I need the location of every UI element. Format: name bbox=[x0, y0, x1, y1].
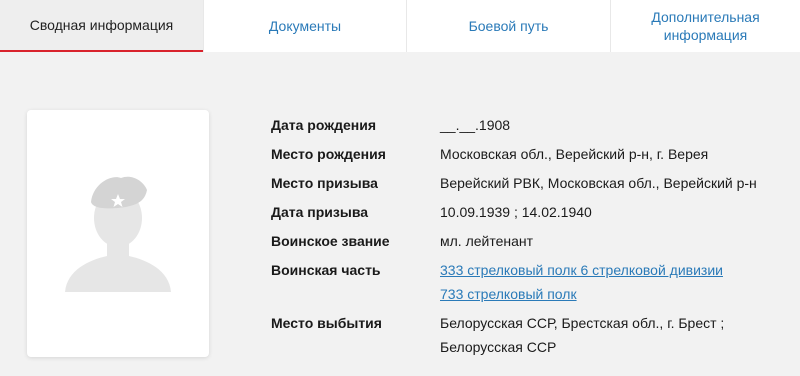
unit-link-733[interactable]: 733 стрелковый полк bbox=[440, 282, 723, 306]
departure-place-line2: Белорусская ССР bbox=[440, 339, 557, 355]
birth-place-value: Московская обл., Верейский р-н, г. Верея bbox=[440, 146, 709, 162]
soldier-silhouette-icon bbox=[65, 176, 171, 292]
tab-summary-label: Сводная информация bbox=[29, 17, 174, 33]
departure-place-label: Место выбытия bbox=[271, 315, 382, 331]
info-table: Дата рождения __.__.1908 Место рождения … bbox=[271, 113, 791, 364]
departure-place-value: Белорусская ССР, Брестская обл., г. Брес… bbox=[440, 311, 724, 359]
draft-place-label: Место призыва bbox=[271, 175, 378, 191]
draft-place-row: Место призыва Верейский РВК, Московская … bbox=[271, 171, 791, 195]
birth-date-row: Дата рождения __.__.1908 bbox=[271, 113, 791, 137]
tab-additional-info-line2: информация bbox=[663, 27, 748, 43]
draft-date-row: Дата призыва 10.09.1939 ; 14.02.1940 bbox=[271, 200, 791, 224]
tab-combat-path-label: Боевой путь bbox=[468, 18, 549, 34]
tab-documents[interactable]: Документы bbox=[203, 0, 406, 52]
rank-row: Воинское звание мл. лейтенант bbox=[271, 229, 791, 253]
birth-place-label: Место рождения bbox=[271, 146, 386, 162]
draft-place-value: Верейский РВК, Московская обл., Верейски… bbox=[440, 175, 757, 191]
tab-summary[interactable]: Сводная информация bbox=[0, 0, 203, 52]
unit-label: Воинская часть bbox=[271, 262, 381, 278]
birth-place-row: Место рождения Московская обл., Верейски… bbox=[271, 142, 791, 166]
tab-combat-path[interactable]: Боевой путь bbox=[406, 0, 610, 52]
rank-label: Воинское звание bbox=[271, 233, 390, 249]
departure-place-line1: Белорусская ССР, Брестская обл., г. Брес… bbox=[440, 315, 725, 331]
birth-date-label: Дата рождения bbox=[271, 117, 377, 133]
tab-bar: Сводная информация Документы Боевой путь… bbox=[0, 0, 800, 52]
photo-card bbox=[27, 110, 209, 357]
tab-additional-info[interactable]: Дополнительная информация bbox=[610, 0, 800, 52]
tab-additional-info-label: Дополнительная информация bbox=[651, 8, 759, 44]
departure-place-row: Место выбытия Белорусская ССР, Брестская… bbox=[271, 311, 791, 359]
unit-link-333[interactable]: 333 стрелковый полк 6 стрелковой дивизии bbox=[440, 258, 723, 282]
unit-value: 333 стрелковый полк 6 стрелковой дивизии… bbox=[440, 258, 723, 306]
rank-value: мл. лейтенант bbox=[440, 233, 534, 249]
birth-date-value: __.__.1908 bbox=[440, 117, 511, 133]
tab-documents-label: Документы bbox=[268, 18, 342, 34]
tab-additional-info-line1: Дополнительная bbox=[651, 9, 760, 25]
draft-date-value: 10.09.1939 ; 14.02.1940 bbox=[440, 204, 592, 220]
unit-row: Воинская часть 333 стрелковый полк 6 стр… bbox=[271, 258, 791, 306]
draft-date-label: Дата призыва bbox=[271, 204, 369, 220]
